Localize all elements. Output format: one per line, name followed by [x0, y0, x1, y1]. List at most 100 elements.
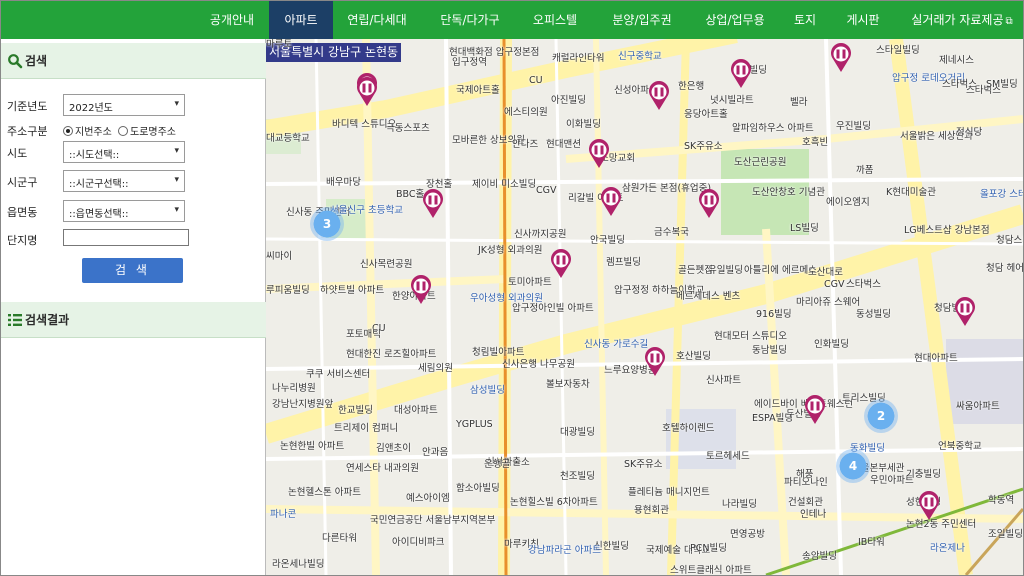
map-place-label: 응당아트홀: [684, 109, 728, 120]
map-place-label: 신사파트: [706, 375, 741, 386]
map-place-label: 신사동 가로수길: [584, 339, 649, 350]
tab-villa[interactable]: 연립/다세대: [337, 1, 417, 39]
map-place-label: 동성빌딩: [856, 309, 891, 320]
map-place-label: 신사까지공원: [514, 229, 567, 240]
map-place-label: 현대모터 스튜디오: [714, 331, 787, 342]
map-place-label: 까폼: [856, 165, 874, 176]
apartment-marker-icon[interactable]: [422, 189, 444, 219]
complex-name-input[interactable]: [63, 229, 189, 246]
tab-commercial[interactable]: 상업/업무용: [693, 1, 777, 39]
map-place-label: 한교빌딩: [338, 405, 373, 416]
map-place-label: 송암빌딩: [802, 551, 837, 562]
results-section-header: 검색결과: [1, 302, 266, 338]
map-place-label: 극동스포츠: [386, 123, 430, 134]
tab-officetel[interactable]: 오피스텔: [521, 1, 589, 39]
map-place-label: 안다즈: [512, 139, 539, 150]
apartment-marker-icon[interactable]: [830, 43, 852, 73]
map-place-label: 논현한빌 아파트: [280, 441, 345, 452]
map-place-label: 파나콘: [270, 509, 297, 520]
apartment-marker-icon[interactable]: [954, 297, 976, 327]
year-label: 기준년도: [7, 100, 48, 113]
chevron-down-icon: ▾: [174, 205, 179, 215]
cluster-marker[interactable]: 4: [836, 449, 870, 483]
apartment-marker-icon[interactable]: [804, 395, 826, 425]
map-view[interactable]: 서울특별시 강남구 논현동 현대백화점 압구정본점 입구정역 CU 캐럴라인타워 신구중…: [266, 39, 1023, 575]
map-place-label: 청림빌아파트: [472, 347, 525, 358]
map-place-label: 호텔하이렌드: [662, 423, 715, 434]
apartment-marker-icon[interactable]: [918, 491, 940, 521]
results-title: 검색결과: [25, 313, 70, 327]
map-place-label: 916빌딩: [756, 309, 792, 320]
lot-address-radio[interactable]: 지번주소: [63, 123, 112, 138]
sido-select[interactable]: ::시도선택:: ▾: [63, 141, 185, 163]
search-panel: 검색 기준년도 2022년도 ▾ 주소구분 지번주소 도로명주소 시도 ::시도선…: [1, 39, 266, 575]
map-place-label: 씨마이: [266, 251, 293, 262]
chevron-down-icon: ▾: [174, 99, 179, 109]
map-place-label: 인화빌딩: [814, 339, 849, 350]
map-place-label: 제이비 미소빌딩: [472, 179, 537, 190]
tab-house[interactable]: 단독/다가구: [429, 1, 511, 39]
map-place-label: LS빌딩: [790, 223, 819, 234]
map-place-label: 학동역: [988, 495, 1015, 506]
map-place-label: 안국빌딩: [590, 235, 625, 246]
map-place-label: 국제아트홀: [456, 85, 500, 96]
apartment-marker-icon[interactable]: [730, 59, 752, 89]
map-place-label: LG베스트샵 강남본점: [904, 225, 990, 236]
map-place-label: 알파임하우스 아파트: [732, 123, 814, 134]
apartment-marker-icon[interactable]: [410, 275, 432, 305]
sigungu-select[interactable]: ::시군구선택:: ▾: [63, 170, 185, 192]
map-place-label: 삼성빌딩: [470, 385, 505, 396]
map-place-label: 건설회관: [788, 497, 823, 508]
map-place-label: SK주유소: [624, 459, 663, 470]
apartment-marker-icon[interactable]: [588, 139, 610, 169]
apartment-marker-icon[interactable]: [356, 77, 378, 107]
map-place-label: 함소아빌딩: [456, 483, 500, 494]
road-address-radio[interactable]: 도로명주소: [118, 123, 176, 138]
map-place-label: 예스아이엠: [406, 493, 450, 504]
sigungu-label: 시군구: [7, 176, 38, 189]
map-place-label: 아진빌딩: [551, 95, 586, 106]
map-place-label: 청담 헤어렌의원: [986, 263, 1023, 274]
tab-land[interactable]: 토지: [783, 1, 827, 39]
radio-checked-icon: [63, 126, 73, 136]
apartment-marker-icon[interactable]: [648, 81, 670, 111]
external-link-icon: ⧉: [1005, 16, 1013, 27]
tab-public-info[interactable]: 공개안내: [197, 1, 267, 39]
map-place-label: 연세스타 내과의원: [346, 463, 419, 474]
map-place-label: 호산빌딩: [676, 351, 711, 362]
map-place-label: 압구정아인빌 아파트: [512, 303, 594, 314]
map-place-label: 나누리병원: [272, 383, 316, 394]
cluster-marker[interactable]: 3: [310, 207, 344, 241]
tab-board[interactable]: 게시판: [835, 1, 891, 39]
map-place-label: 스타벅스: [846, 279, 881, 290]
map-place-label: 강남파라곤 아파트: [528, 545, 601, 556]
map-place-label: 아틀리에 에르메스: [744, 265, 817, 276]
map-place-label: 한은행: [678, 81, 705, 92]
map-place-label: 기충빌딩: [906, 469, 941, 480]
map-place-label: 포토매틱: [346, 329, 381, 340]
map-place-label: CGV: [536, 185, 557, 196]
tab-presale[interactable]: 분양/입주권: [599, 1, 685, 39]
map-place-label: 현대아파트: [914, 353, 958, 364]
dong-select[interactable]: ::읍면동선택:: ▾: [63, 200, 185, 222]
tab-apartment[interactable]: 아파트: [269, 1, 333, 39]
map-place-label: 도산안창호 기념관: [752, 187, 825, 198]
cluster-marker[interactable]: 2: [864, 399, 898, 433]
apartment-marker-icon[interactable]: [644, 347, 666, 377]
map-place-label: 싸움아파트: [956, 401, 1000, 412]
map-place-label: 김앤초이: [376, 443, 411, 454]
map-place-label: 천조빌딩: [560, 471, 595, 482]
tab-data-provision[interactable]: 실거래가 자료제공 ⧉: [901, 1, 1023, 39]
apartment-marker-icon[interactable]: [600, 187, 622, 217]
map-place-label: 벨라: [790, 97, 808, 108]
map-place-label: 에스티의원: [504, 107, 548, 118]
map-place-label: 청담스타: [996, 235, 1023, 246]
map-place-label: 언북중학교: [938, 441, 982, 452]
radio-unchecked-icon: [118, 126, 128, 136]
map-place-label: 도산근린공원: [734, 157, 787, 168]
apartment-marker-icon[interactable]: [550, 249, 572, 279]
apartment-marker-icon[interactable]: [698, 189, 720, 219]
year-select[interactable]: 2022년도 ▾: [63, 94, 185, 116]
search-section-header: 검색: [1, 43, 266, 79]
search-button[interactable]: 검 색: [82, 258, 183, 283]
